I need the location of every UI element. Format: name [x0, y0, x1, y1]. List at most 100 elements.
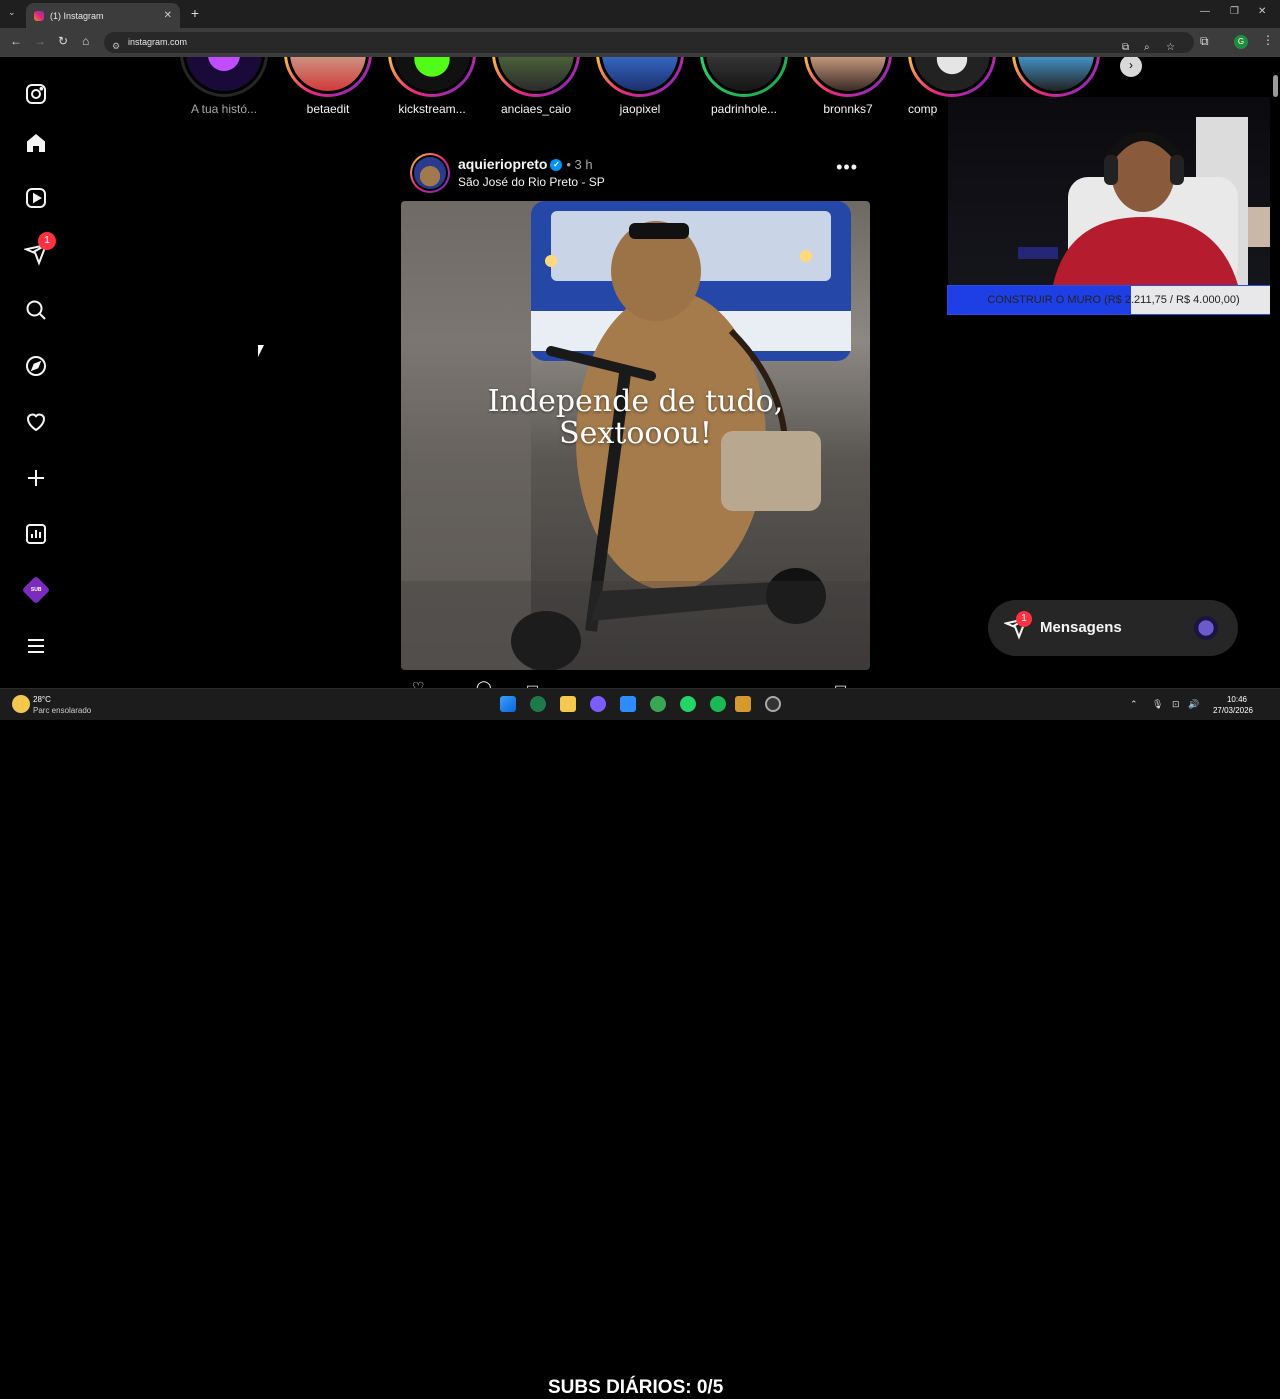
overlay-line-1: Independe de tudo, — [487, 384, 784, 419]
zoom-icon[interactable]: ⌕ — [1144, 37, 1150, 58]
tray-chevron-icon[interactable]: ⌃ — [1130, 699, 1138, 710]
story-avatar — [602, 57, 678, 91]
story-avatar — [394, 57, 470, 91]
post-author-line: aquieriopreto ✓ • 3 h — [458, 156, 593, 172]
story-ring — [804, 57, 892, 97]
post-location[interactable]: São José do Rio Preto - SP — [458, 175, 605, 189]
start-windows-icon[interactable] — [500, 696, 516, 712]
scrollbar-thumb[interactable] — [1273, 75, 1278, 97]
story-avatar — [498, 57, 574, 91]
dashboard-chart-icon[interactable] — [22, 520, 50, 548]
browser-tab-strip: ⌄ (1) Instagram ✕ + — ❐ ✕ — [0, 0, 1280, 28]
extensions-icon[interactable]: ⧉ — [1200, 34, 1209, 49]
obs-app-icon[interactable] — [765, 696, 781, 712]
profile-avatar-icon[interactable]: SUB — [21, 575, 51, 605]
app-icon[interactable] — [735, 696, 751, 712]
post-time-separator: • — [566, 157, 575, 172]
notifications-badge: 1 — [38, 232, 56, 250]
story-avatar — [290, 57, 366, 91]
story-item[interactable]: A tua histó... — [176, 57, 272, 116]
overlay-line-2: Sextooou! — [559, 416, 712, 451]
post-time[interactable]: 3 h — [575, 157, 593, 172]
spotify-app-icon[interactable] — [710, 696, 726, 712]
story-item[interactable]: bronnks7 — [800, 57, 896, 116]
story-avatar — [810, 57, 886, 91]
story-item[interactable]: jaopixel — [592, 57, 688, 116]
save-icon[interactable]: ▭ — [834, 679, 847, 688]
like-icon[interactable]: ♡ — [412, 679, 425, 688]
instagram-logo-icon[interactable] — [22, 80, 50, 108]
more-menu-icon[interactable] — [22, 632, 50, 660]
app-icon[interactable] — [620, 696, 636, 712]
network-icon[interactable]: ⊡ — [1172, 699, 1180, 710]
story-item[interactable]: betaedit — [280, 57, 376, 116]
messages-avatar — [1194, 616, 1218, 640]
whatsapp-app-icon[interactable] — [680, 696, 696, 712]
mouse-cursor — [258, 345, 268, 357]
maximize-icon[interactable]: ❐ — [1230, 6, 1239, 17]
explore-compass-icon[interactable] — [22, 352, 50, 380]
subs-daily-overlay: SUBS DIÁRIOS: 0/5 — [548, 1377, 724, 1398]
post-author-name[interactable]: aquieriopreto — [458, 156, 547, 172]
weather-sun-icon[interactable] — [12, 695, 30, 713]
home-icon[interactable]: ⌂ — [82, 34, 89, 48]
site-info-icon[interactable]: ⚙ — [112, 36, 120, 57]
heart-icon[interactable] — [22, 408, 50, 436]
story-name: anciaes_caio — [500, 102, 572, 116]
close-window-icon[interactable]: ✕ — [1258, 6, 1266, 17]
app-icon[interactable] — [590, 696, 606, 712]
story-ring — [908, 57, 996, 97]
clock-time[interactable]: 10:46 — [1212, 695, 1262, 704]
post-author-avatar[interactable] — [410, 153, 450, 193]
direct-messages-icon[interactable]: 1 — [22, 232, 56, 268]
search-icon[interactable] — [22, 296, 50, 324]
tab-search-icon[interactable]: ⌄ — [8, 7, 16, 18]
address-bar[interactable]: ⚙ instagram.com ⧉ ⌕ ☆ — [104, 32, 1194, 53]
install-app-icon[interactable]: ⧉ — [1122, 37, 1129, 58]
instagram-page: 1 SUB A tua histó... betaedit kickstream… — [0, 57, 1280, 688]
stream-goal-bar: CONSTRUIR O MURO (R$ 2.211,75 / R$ 4.000… — [947, 285, 1280, 315]
browser-menu-icon[interactable]: ⋮ — [1262, 33, 1274, 47]
chrome-app-icon[interactable] — [650, 696, 666, 712]
bookmark-star-icon[interactable]: ☆ — [1166, 37, 1175, 58]
post-options-icon[interactable]: ••• — [836, 157, 858, 178]
new-tab-button[interactable]: + — [186, 5, 204, 23]
explorer-app-icon[interactable] — [560, 696, 576, 712]
story-item[interactable]: padrinhole... — [696, 57, 792, 116]
profile-avatar[interactable]: G — [1234, 35, 1248, 49]
minimize-icon[interactable]: — — [1200, 6, 1210, 17]
home-icon[interactable] — [22, 129, 50, 157]
reload-icon[interactable]: ↻ — [58, 34, 68, 48]
comment-icon[interactable]: ◯ — [476, 679, 492, 688]
windows-taskbar: 28°C Parc ensolarado SUBS DIÁRIOS: 0/5 ⌃… — [0, 688, 1280, 1398]
story-item[interactable]: kickstream... — [384, 57, 480, 116]
create-plus-icon[interactable] — [22, 464, 50, 492]
close-tab-icon[interactable]: ✕ — [164, 10, 172, 21]
story-avatar — [186, 57, 262, 91]
story-ring — [596, 57, 684, 97]
mic-icon[interactable]: 🎙 — [1152, 699, 1163, 710]
story-avatar — [706, 57, 782, 91]
reels-icon[interactable] — [22, 184, 50, 212]
story-item[interactable]: anciaes_caio — [488, 57, 584, 116]
weather-temp: 28°C — [33, 695, 51, 704]
volume-icon[interactable]: 🔊 — [1188, 699, 1199, 710]
browser-tab-instagram[interactable]: (1) Instagram ✕ — [26, 3, 180, 28]
clock-date[interactable]: 27/03/2026 — [1208, 706, 1258, 715]
back-icon[interactable]: ← — [10, 34, 22, 48]
stream-goal-text: CONSTRUIR O MURO (R$ 2.211,75 / R$ 4.000… — [987, 294, 1240, 306]
story-name: betaedit — [306, 102, 350, 116]
weather-desc: Parc ensolarado — [33, 706, 92, 715]
edge-app-icon[interactable] — [530, 696, 546, 712]
story-name: bronnks7 — [823, 102, 873, 116]
post-image[interactable]: Independe de tudo, Sextooou! — [401, 201, 870, 670]
messages-label: Mensagens — [1040, 619, 1122, 636]
story-item[interactable] — [1008, 57, 1104, 102]
messages-badge: 1 — [1016, 611, 1032, 627]
story-name: padrinhole... — [710, 102, 778, 116]
share-icon[interactable]: ▭ — [526, 679, 539, 688]
page-scrollbar[interactable] — [1270, 57, 1280, 688]
story-ring — [1012, 57, 1100, 97]
messages-button[interactable]: 1 Mensagens — [988, 600, 1238, 656]
forward-icon[interactable]: → — [34, 34, 46, 48]
